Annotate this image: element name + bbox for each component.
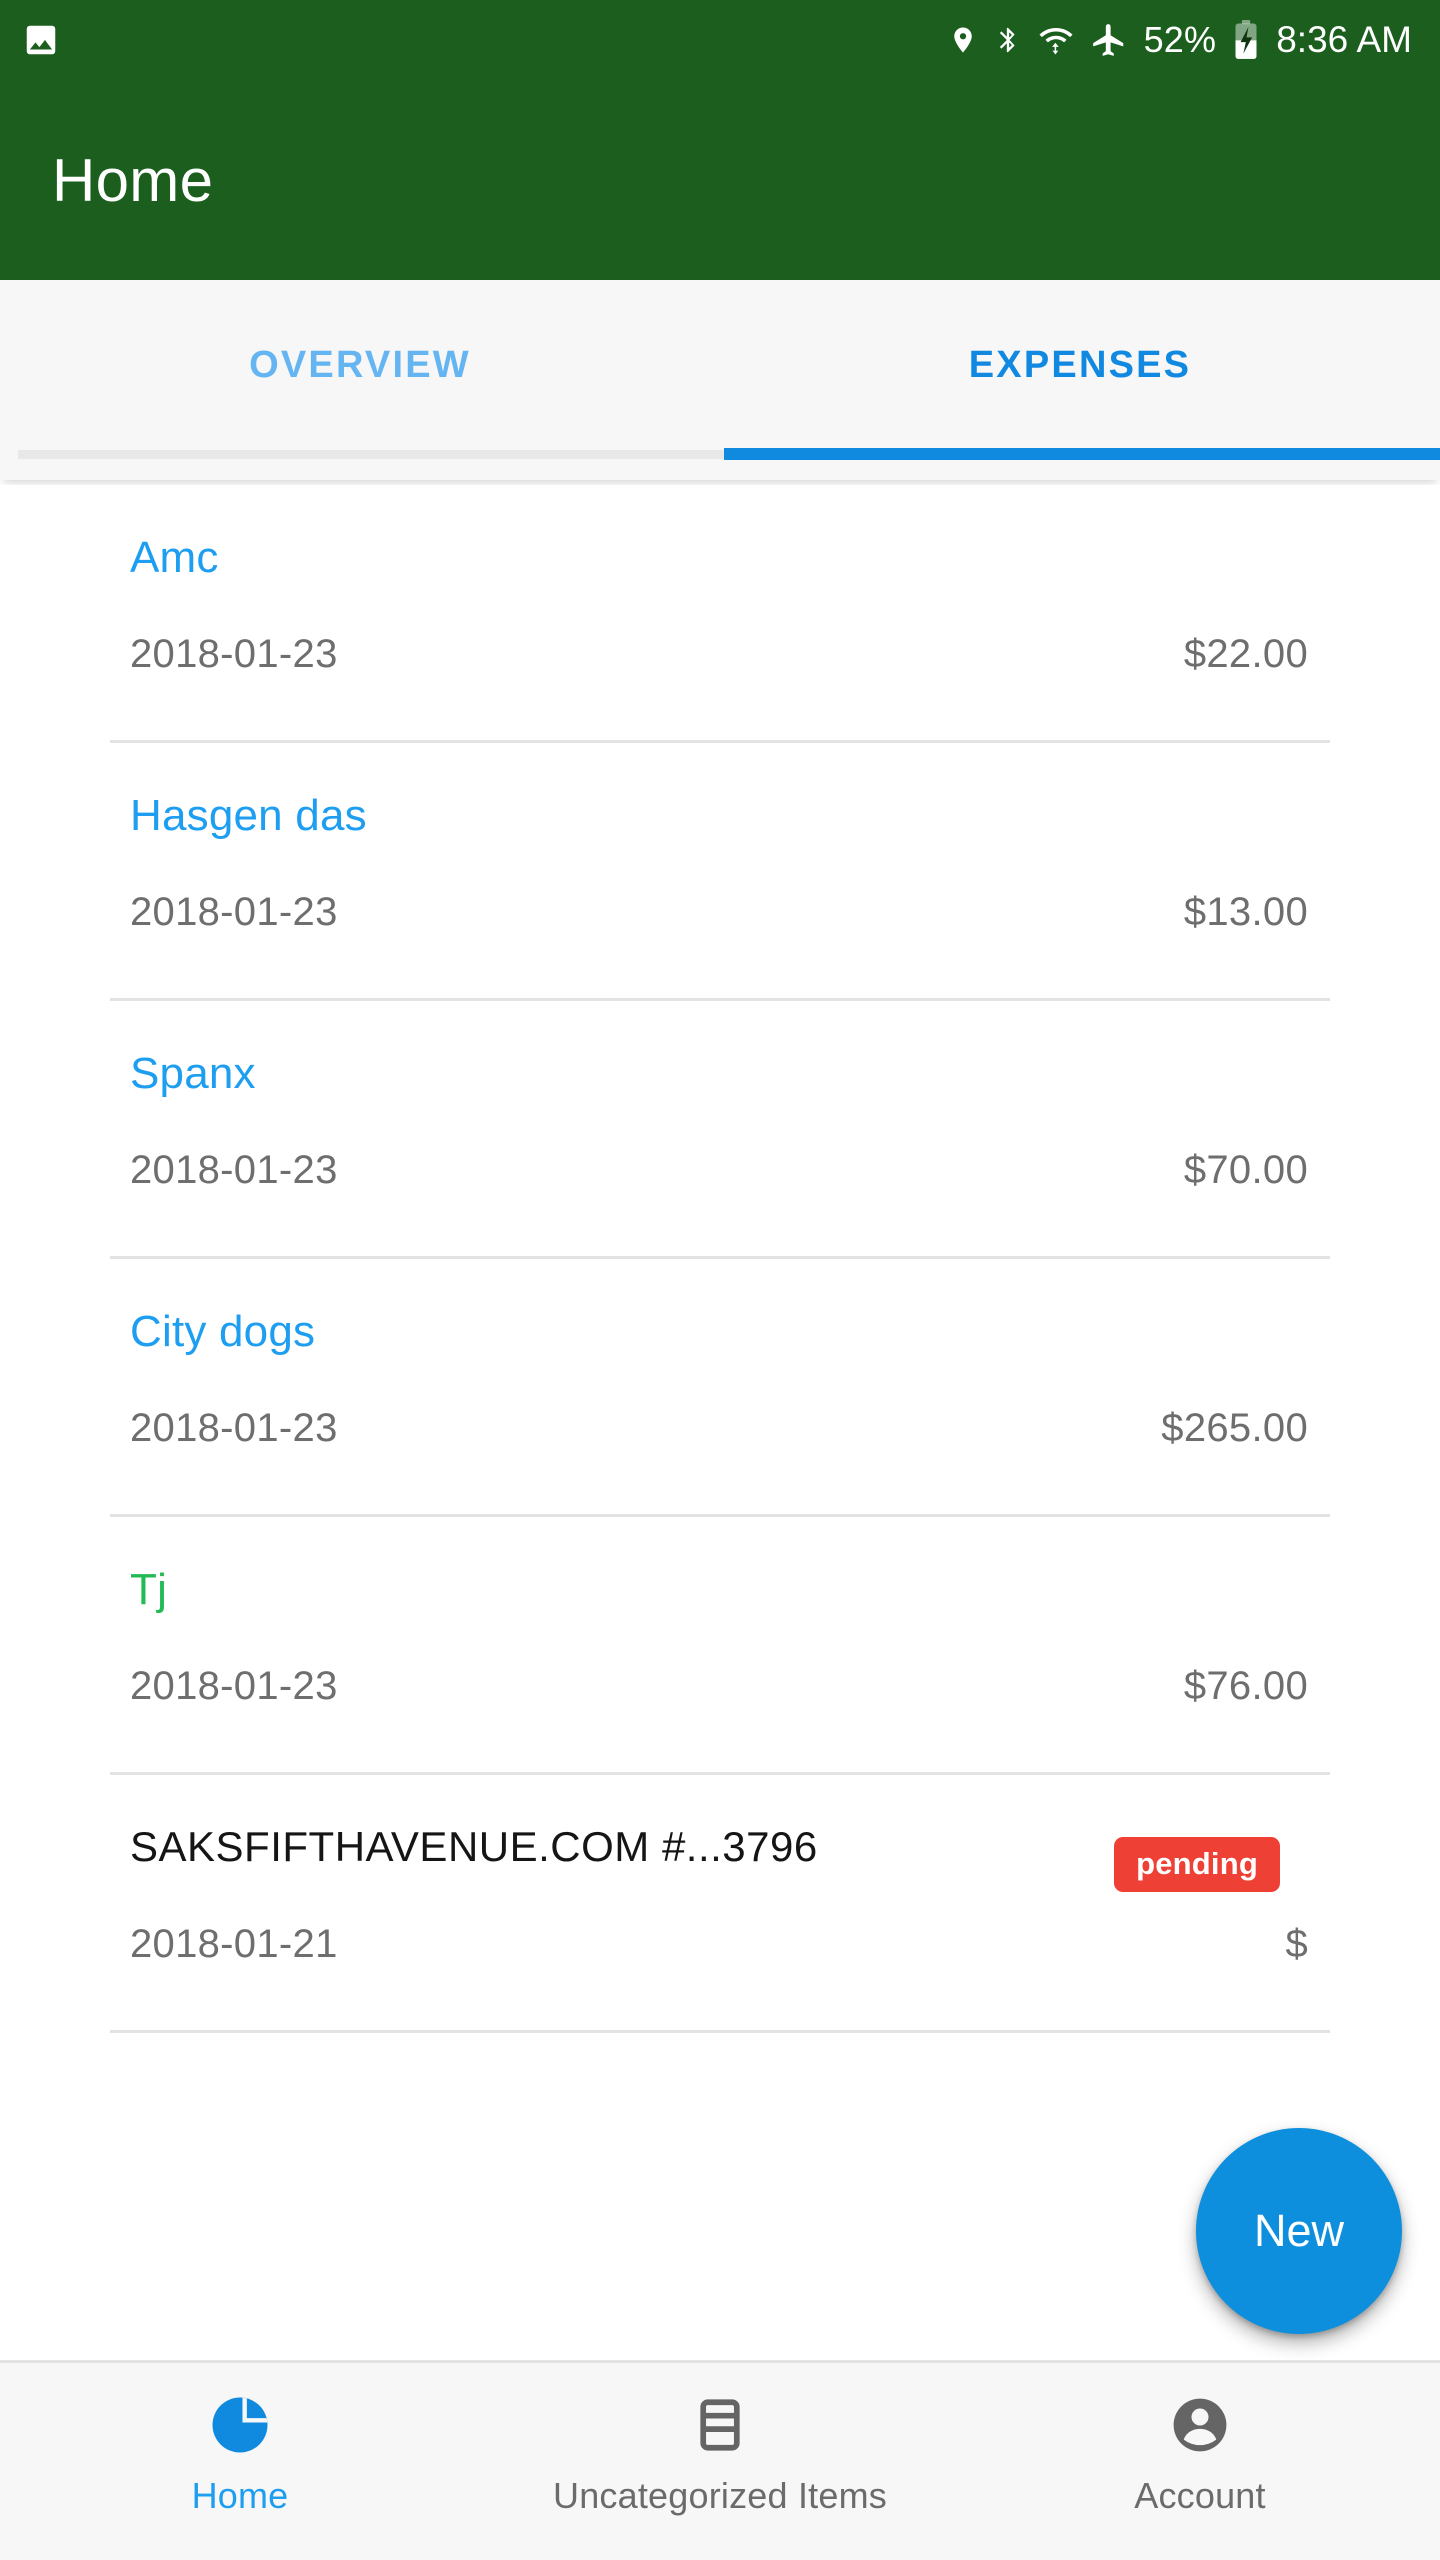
new-expense-fab[interactable]: New — [1196, 2128, 1402, 2334]
expense-amount: $265.00 — [1161, 1406, 1308, 1450]
fab-label: New — [1253, 2205, 1345, 2256]
expense-amount: $76.00 — [1183, 1664, 1308, 1708]
expense-name: SAKSFIFTHAVENUE.COM #...3796 — [130, 1823, 818, 1870]
account-icon — [1167, 2389, 1233, 2461]
expense-amount: $13.00 — [1183, 890, 1308, 934]
nav-label-account: Account — [1134, 2475, 1266, 2516]
bottom-navigation: Home Uncategorized Items Account — [0, 2360, 1440, 2560]
location-pin-icon — [948, 21, 978, 59]
table-row[interactable]: Tj 2018-01-23 $76.00 — [0, 1517, 1440, 1775]
expense-name: City dogs — [130, 1307, 316, 1356]
expense-amount: $22.00 — [1183, 632, 1308, 676]
table-row[interactable]: Hasgen das 2018-01-23 $13.00 — [0, 743, 1440, 1001]
nav-item-uncategorized-items[interactable]: Uncategorized Items — [480, 2363, 960, 2517]
expense-date: 2018-01-23 — [130, 1406, 338, 1450]
row-divider — [110, 2030, 1330, 2033]
expense-date: 2018-01-23 — [130, 1664, 338, 1708]
pie-chart-icon — [207, 2389, 273, 2461]
tab-expenses[interactable]: EXPENSES — [720, 280, 1440, 450]
expense-date: 2018-01-23 — [130, 1148, 338, 1192]
app-bar: Home — [0, 80, 1440, 280]
expense-amount: $70.00 — [1183, 1148, 1308, 1192]
expense-date: 2018-01-23 — [130, 890, 338, 934]
table-row[interactable]: Amc 2018-01-23 $22.00 — [0, 485, 1440, 743]
nav-item-account[interactable]: Account — [960, 2363, 1440, 2517]
tab-overview[interactable]: OVERVIEW — [0, 280, 720, 450]
table-row[interactable]: SAKSFIFTHAVENUE.COM #...3796 pending 201… — [0, 1775, 1440, 2033]
image-icon — [22, 21, 60, 59]
status-badge: pending — [1114, 1837, 1280, 1892]
expense-amount: $ — [1285, 1922, 1308, 1966]
battery-percent-label: 52% — [1143, 19, 1217, 60]
expense-name: Spanx — [130, 1049, 256, 1098]
tab-bar: OVERVIEW EXPENSES — [0, 280, 1440, 480]
expense-date: 2018-01-21 — [130, 1922, 338, 1966]
expense-name: Amc — [130, 533, 219, 582]
tab-active-indicator — [724, 448, 1440, 460]
expense-name: Hasgen das — [130, 791, 367, 840]
clock-label: 8:36 AM — [1276, 19, 1412, 60]
airplane-mode-icon — [1090, 21, 1128, 59]
nav-label-home: Home — [191, 2475, 289, 2516]
nav-label-uncategorized-items: Uncategorized Items — [553, 2475, 887, 2516]
wifi-icon — [1038, 21, 1074, 59]
nav-item-home[interactable]: Home — [0, 2363, 480, 2517]
bluetooth-icon — [994, 21, 1022, 59]
table-row[interactable]: City dogs 2018-01-23 $265.00 — [0, 1259, 1440, 1517]
status-bar: 52% 8:36 AM — [0, 0, 1440, 80]
status-bar-indicators: 52% 8:36 AM — [948, 19, 1412, 61]
app-root: 52% 8:36 AM Home OVERVIEW EXPENSES Amc 2… — [0, 0, 1440, 2560]
expense-list[interactable]: Amc 2018-01-23 $22.00 Hasgen das 2018-01… — [0, 485, 1440, 2355]
battery-charging-icon — [1232, 19, 1260, 61]
expense-name: Tj — [130, 1565, 168, 1614]
table-row[interactable]: Spanx 2018-01-23 $70.00 — [0, 1001, 1440, 1259]
page-title: Home — [52, 146, 214, 214]
credit-card-icon — [689, 2389, 751, 2461]
expense-date: 2018-01-23 — [130, 632, 338, 676]
status-bar-notifications — [22, 21, 60, 59]
